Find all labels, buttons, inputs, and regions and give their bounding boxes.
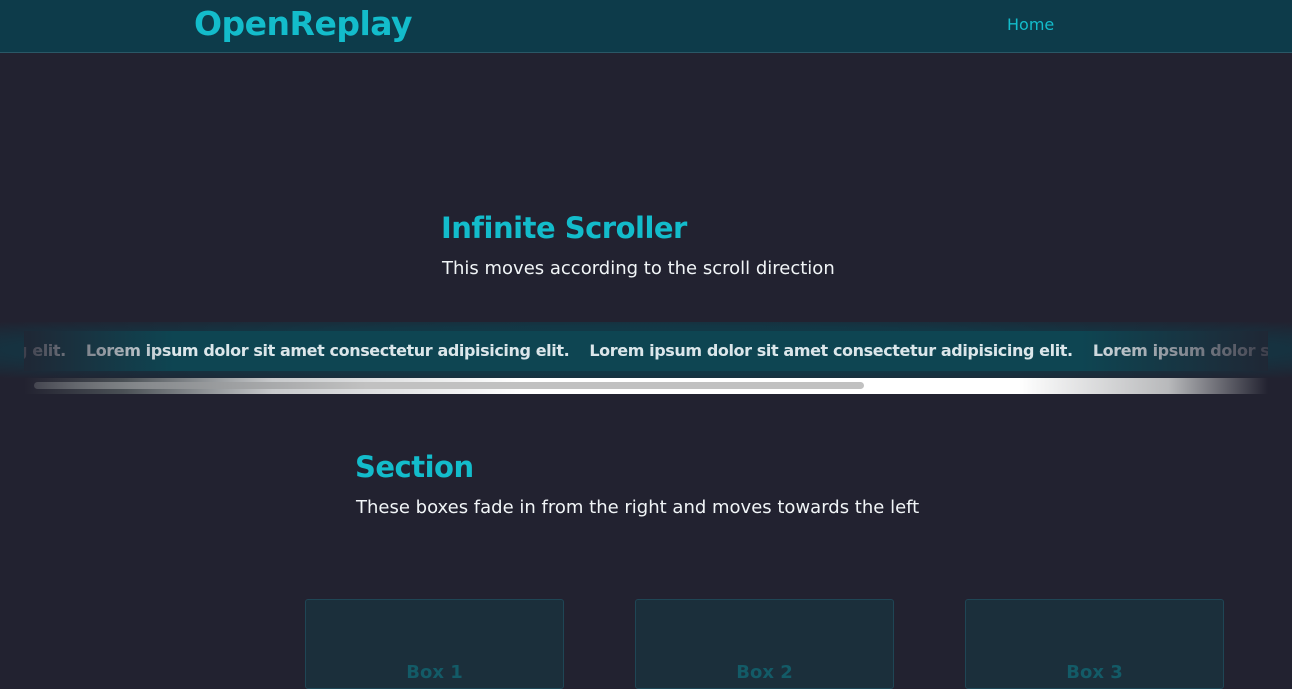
box-label: Box 3 <box>1066 662 1123 683</box>
box-label: Box 1 <box>406 662 463 683</box>
scroller-item: Lorem ipsum dolor sit amet consectetur a… <box>589 341 1073 360</box>
section-subtitle: These boxes fade in from the right and m… <box>356 497 920 518</box>
scroller-item: Lorem ipsum dolor sit amet consectetur a… <box>85 341 570 360</box>
section-title: Section <box>355 450 474 484</box>
navbar: OpenReplay Home <box>0 0 1292 53</box>
hero-subtitle: This moves according to the scroll direc… <box>442 258 835 279</box>
scroller-item: adipisicing elit. <box>24 341 66 360</box>
hero-title: Infinite Scroller <box>441 211 687 245</box>
site-logo[interactable]: OpenReplay <box>194 4 413 44</box>
scrollbar-thumb[interactable] <box>34 382 864 389</box>
scroller-item: Lorem ipsum dolor sit amet consectetur a… <box>1092 341 1268 360</box>
box-label: Box 2 <box>736 662 793 683</box>
scroller-track: adipisicing elit. Lorem ipsum dolor sit … <box>24 341 1268 361</box>
horizontal-scrollbar[interactable] <box>24 378 1268 394</box>
box-card-2: Box 2 <box>635 599 894 689</box>
infinite-scroller[interactable]: adipisicing elit. Lorem ipsum dolor sit … <box>24 331 1268 371</box>
box-card-3: Box 3 <box>965 599 1224 689</box>
nav-link-home[interactable]: Home <box>1007 15 1054 35</box>
box-card-1: Box 1 <box>305 599 564 689</box>
